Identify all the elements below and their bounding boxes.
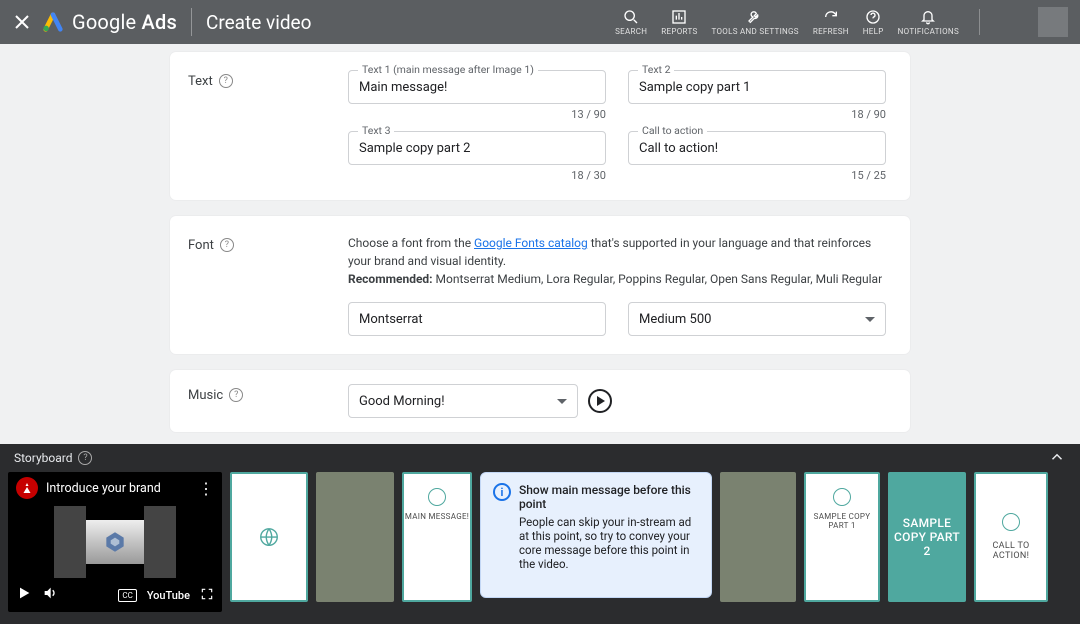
play-icon: [597, 396, 605, 406]
fullscreen-button[interactable]: [200, 586, 214, 605]
reports-icon: [671, 8, 687, 26]
bell-icon: [920, 8, 936, 26]
help-icon: [865, 8, 881, 26]
volume-button[interactable]: [42, 585, 58, 605]
help-button[interactable]: HELP: [863, 8, 884, 37]
reports-button[interactable]: REPORTS: [661, 8, 697, 37]
info-icon: i: [493, 483, 511, 501]
globe-icon: [428, 488, 446, 506]
font-family-input[interactable]: [348, 302, 606, 336]
chevron-down-icon: [865, 317, 875, 322]
music-label: Music ?: [188, 384, 348, 418]
help-icon[interactable]: ?: [219, 74, 233, 88]
globe-icon: [1002, 513, 1020, 531]
text-label: Text ?: [188, 70, 348, 182]
font-description: Choose a font from the Google Fonts cata…: [348, 234, 886, 288]
brand-label: Google Ads: [72, 10, 177, 34]
frame-cta-label: CALL TO ACTION!: [976, 541, 1046, 561]
font-label: Font ?: [188, 234, 348, 336]
google-ads-logo: [42, 11, 64, 33]
header-divider-2: [979, 9, 980, 35]
frame-image-2[interactable]: [720, 472, 796, 602]
text-panel: Text ? Text 1 (main message after Image …: [170, 52, 910, 200]
music-panel: Music ? Good Morning!: [170, 370, 910, 432]
close-button[interactable]: [10, 10, 34, 34]
frame-main-label: MAIN MESSAGE!: [405, 512, 469, 521]
refresh-button[interactable]: REFRESH: [813, 8, 849, 37]
help-icon[interactable]: ?: [220, 238, 234, 252]
avatar[interactable]: [1038, 7, 1068, 37]
info-body: People can skip your in-stream ad at thi…: [519, 515, 691, 571]
frame-logo-1[interactable]: [230, 472, 308, 602]
video-preview[interactable]: Introduce your brand ⋮ CC YouTube: [8, 472, 222, 612]
captions-button[interactable]: CC: [118, 589, 136, 602]
video-menu-button[interactable]: ⋮: [198, 479, 214, 498]
help-icon[interactable]: ?: [229, 388, 243, 402]
frame-main-message[interactable]: MAIN MESSAGE!: [402, 472, 472, 602]
chevron-down-icon: [557, 399, 567, 404]
text2-counter: 18 / 90: [628, 108, 886, 121]
google-fonts-link[interactable]: Google Fonts catalog: [474, 236, 588, 250]
header-divider: [191, 8, 192, 36]
channel-icon: [16, 477, 38, 499]
play-button[interactable]: [16, 585, 32, 605]
frame-cta[interactable]: CALL TO ACTION!: [974, 472, 1048, 602]
collapse-button[interactable]: [1048, 448, 1066, 469]
music-select[interactable]: Good Morning!: [348, 384, 578, 418]
frame-s1-label: SAMPLE COPY PART 1: [806, 512, 878, 530]
font-weight-select[interactable]: Medium 500: [628, 302, 886, 336]
app-header: Google Ads Create video SEARCH REPORTS T…: [0, 0, 1080, 44]
storyboard-info-card: i Show main message before this point Pe…: [480, 472, 712, 598]
text3-label: Text 3: [358, 124, 394, 137]
help-icon[interactable]: ?: [78, 451, 92, 465]
page-title: Create video: [206, 11, 312, 34]
refresh-icon: [823, 8, 839, 26]
text2-label: Text 2: [638, 63, 674, 76]
frame-sample-1[interactable]: SAMPLE COPY PART 1: [804, 472, 880, 602]
header-actions: SEARCH REPORTS TOOLS AND SETTINGS REFRES…: [615, 0, 1068, 44]
text1-counter: 13 / 90: [348, 108, 606, 121]
cta-counter: 15 / 25: [628, 169, 886, 182]
notifications-button[interactable]: NOTIFICATIONS: [898, 8, 959, 37]
storyboard-panel: Storyboard ? Introduce your brand ⋮: [0, 444, 1080, 624]
text1-label: Text 1 (main message after Image 1): [358, 63, 538, 76]
globe-icon: [833, 488, 851, 506]
font-panel: Font ? Choose a font from the Google Fon…: [170, 216, 910, 354]
frame-image-1[interactable]: [316, 472, 394, 602]
video-title: Introduce your brand: [46, 481, 190, 496]
wrench-icon: [747, 8, 763, 26]
tools-button[interactable]: TOOLS AND SETTINGS: [712, 8, 799, 37]
text3-counter: 18 / 30: [348, 169, 606, 182]
youtube-label[interactable]: YouTube: [147, 589, 190, 602]
info-title: Show main message before this point: [519, 483, 699, 511]
search-button[interactable]: SEARCH: [615, 8, 647, 37]
main-content: Text ? Text 1 (main message after Image …: [0, 44, 1080, 481]
storyboard-title: Storyboard: [14, 451, 72, 465]
frame-sample-2[interactable]: SAMPLE COPY PART 2: [888, 472, 966, 602]
frame-s2-label: SAMPLE COPY PART 2: [894, 516, 960, 558]
cta-label: Call to action: [638, 124, 707, 137]
search-icon: [623, 8, 639, 26]
play-music-button[interactable]: [588, 389, 612, 413]
